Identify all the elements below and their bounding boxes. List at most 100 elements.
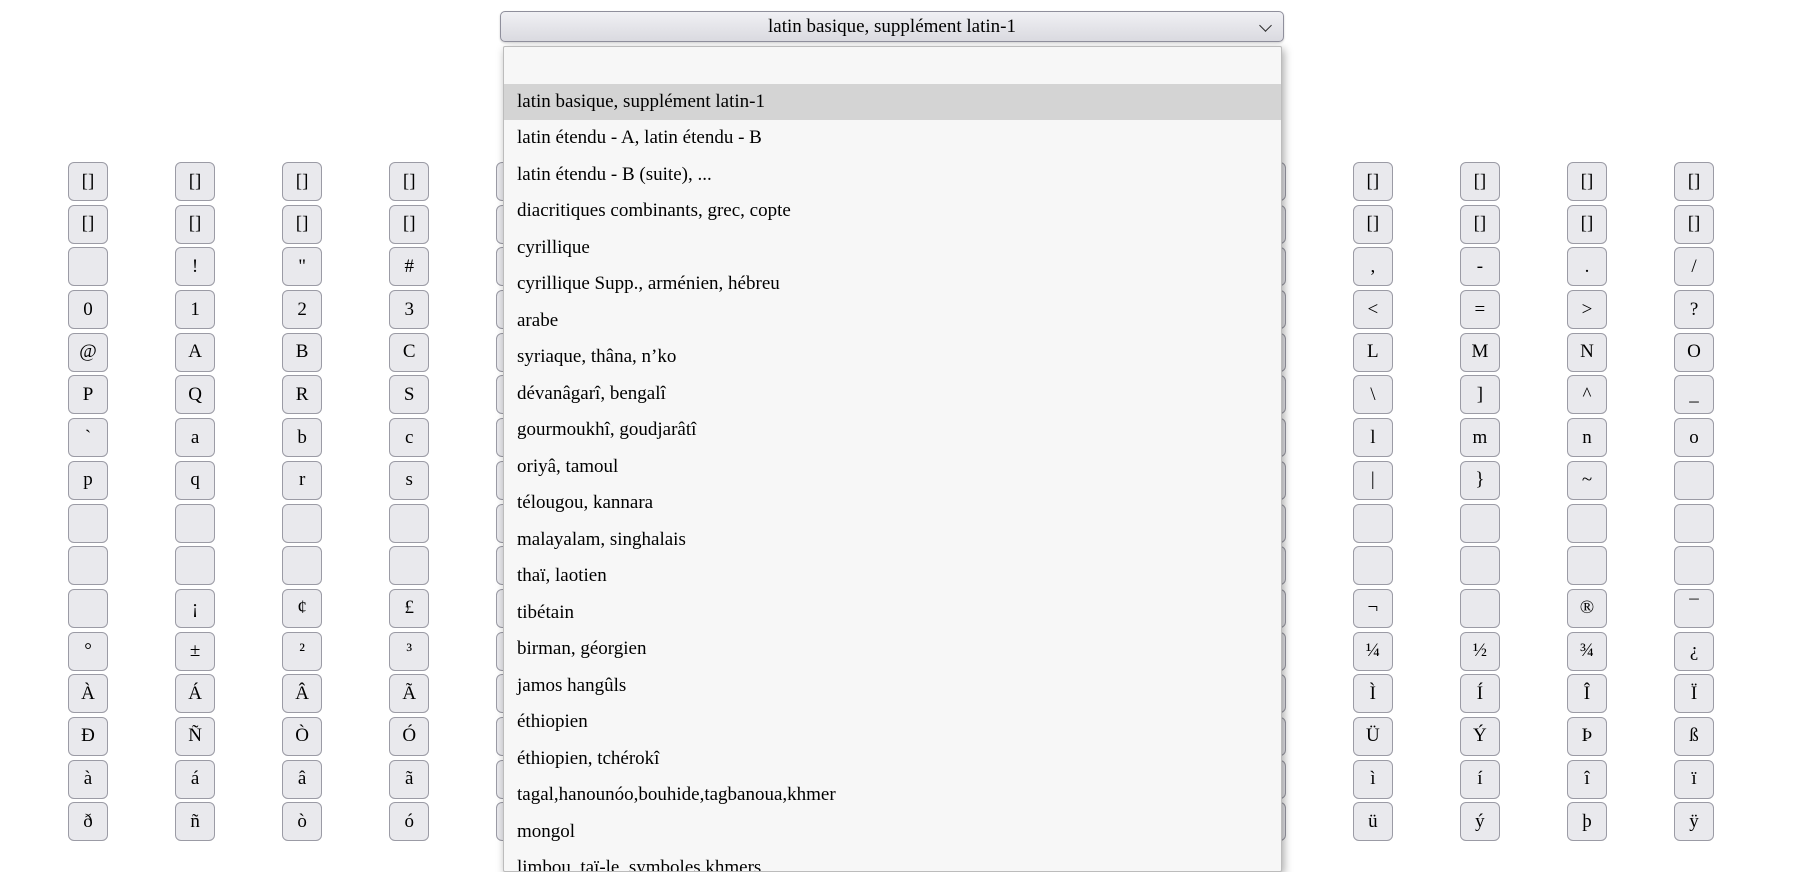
char-button[interactable]: ¿ xyxy=(1674,632,1714,671)
char-button[interactable]: Q xyxy=(175,375,215,414)
char-button[interactable]: [] xyxy=(1674,162,1714,201)
char-button[interactable]: > xyxy=(1567,290,1607,329)
char-button[interactable] xyxy=(389,546,429,585)
char-button[interactable] xyxy=(68,589,108,628)
char-button[interactable]: O xyxy=(1674,333,1714,372)
char-button[interactable]: Ò xyxy=(282,717,322,756)
char-button[interactable]: a xyxy=(175,418,215,457)
char-button[interactable]: p xyxy=(68,461,108,500)
char-button[interactable] xyxy=(68,504,108,543)
char-button[interactable]: î xyxy=(1567,760,1607,799)
char-button[interactable]: , xyxy=(1353,247,1393,286)
char-button[interactable]: Ý xyxy=(1460,717,1500,756)
char-button[interactable]: ¢ xyxy=(282,589,322,628)
char-button[interactable]: [] xyxy=(389,205,429,244)
char-button[interactable]: n xyxy=(1567,418,1607,457)
char-button[interactable]: á xyxy=(175,760,215,799)
char-button[interactable]: - xyxy=(1460,247,1500,286)
dropdown-option[interactable]: limbou, taï-le, symboles khmers xyxy=(504,850,1281,872)
char-button[interactable]: à xyxy=(68,760,108,799)
char-button[interactable]: ² xyxy=(282,632,322,671)
char-button[interactable] xyxy=(1460,589,1500,628)
char-button[interactable]: R xyxy=(282,375,322,414)
char-button[interactable]: ÿ xyxy=(1674,802,1714,841)
char-button[interactable] xyxy=(1353,546,1393,585)
char-button[interactable]: Ñ xyxy=(175,717,215,756)
char-button[interactable]: [] xyxy=(1353,162,1393,201)
dropdown-option[interactable]: diacritiques combinants, grec, copte xyxy=(504,193,1281,230)
char-button[interactable]: ± xyxy=(175,632,215,671)
char-button[interactable]: [] xyxy=(1567,205,1607,244)
char-button[interactable]: [] xyxy=(175,205,215,244)
char-button[interactable]: [] xyxy=(282,162,322,201)
char-button[interactable] xyxy=(1674,546,1714,585)
char-button[interactable]: Þ xyxy=(1567,717,1607,756)
char-button[interactable]: = xyxy=(1460,290,1500,329)
char-button[interactable] xyxy=(68,546,108,585)
char-button[interactable]: Á xyxy=(175,674,215,713)
char-button[interactable]: Ó xyxy=(389,717,429,756)
char-button[interactable]: \ xyxy=(1353,375,1393,414)
char-button[interactable]: M xyxy=(1460,333,1500,372)
dropdown-option[interactable]: jamos hangûls xyxy=(504,668,1281,705)
char-button[interactable]: P xyxy=(68,375,108,414)
char-button[interactable]: # xyxy=(389,247,429,286)
char-button[interactable]: ý xyxy=(1460,802,1500,841)
char-button[interactable]: ß xyxy=(1674,717,1714,756)
char-button[interactable]: Ü xyxy=(1353,717,1393,756)
dropdown-option[interactable]: thaï, laotien xyxy=(504,558,1281,595)
char-button[interactable]: ? xyxy=(1674,290,1714,329)
char-button[interactable]: [] xyxy=(1460,162,1500,201)
char-button[interactable] xyxy=(1353,504,1393,543)
dropdown-option[interactable]: oriyâ, tamoul xyxy=(504,449,1281,486)
char-button[interactable]: " xyxy=(282,247,322,286)
char-button[interactable]: B xyxy=(282,333,322,372)
dropdown-option[interactable]: arabe xyxy=(504,303,1281,340)
char-button[interactable]: s xyxy=(389,461,429,500)
char-button[interactable]: ³ xyxy=(389,632,429,671)
dropdown-option[interactable]: latin étendu - B (suite), ... xyxy=(504,157,1281,194)
char-button[interactable]: Ï xyxy=(1674,674,1714,713)
char-button[interactable]: 3 xyxy=(389,290,429,329)
char-button[interactable]: [] xyxy=(1567,162,1607,201)
char-button[interactable]: ½ xyxy=(1460,632,1500,671)
block-select[interactable]: latin basique, supplément latin-1 xyxy=(500,11,1284,42)
char-button[interactable] xyxy=(389,504,429,543)
char-button[interactable]: ~ xyxy=(1567,461,1607,500)
char-button[interactable]: < xyxy=(1353,290,1393,329)
dropdown-option[interactable]: syriaque, thâna, n’ko xyxy=(504,339,1281,376)
char-button[interactable] xyxy=(1460,546,1500,585)
char-button[interactable]: ` xyxy=(68,418,108,457)
char-button[interactable]: Ð xyxy=(68,717,108,756)
char-button[interactable] xyxy=(68,247,108,286)
char-button[interactable]: ò xyxy=(282,802,322,841)
char-button[interactable]: [] xyxy=(389,162,429,201)
dropdown-option[interactable]: tibétain xyxy=(504,595,1281,632)
char-button[interactable]: [] xyxy=(1460,205,1500,244)
char-button[interactable]: ¼ xyxy=(1353,632,1393,671)
char-button[interactable]: ü xyxy=(1353,802,1393,841)
char-button[interactable] xyxy=(1567,546,1607,585)
dropdown-option[interactable]: cyrillique Supp., arménien, hébreu xyxy=(504,266,1281,303)
dropdown-option[interactable]: latin étendu - A, latin étendu - B xyxy=(504,120,1281,157)
char-button[interactable]: Í xyxy=(1460,674,1500,713)
char-button[interactable]: o xyxy=(1674,418,1714,457)
char-button[interactable]: ñ xyxy=(175,802,215,841)
char-button[interactable]: / xyxy=(1674,247,1714,286)
char-button[interactable]: m xyxy=(1460,418,1500,457)
char-button[interactable]: @ xyxy=(68,333,108,372)
char-button[interactable]: A xyxy=(175,333,215,372)
char-button[interactable]: } xyxy=(1460,461,1500,500)
char-button[interactable]: [] xyxy=(282,205,322,244)
char-button[interactable] xyxy=(1674,461,1714,500)
dropdown-option[interactable] xyxy=(504,47,1281,84)
char-button[interactable] xyxy=(282,546,322,585)
char-button[interactable]: ì xyxy=(1353,760,1393,799)
char-button[interactable]: ¯ xyxy=(1674,589,1714,628)
char-button[interactable]: [] xyxy=(68,162,108,201)
char-button[interactable]: 1 xyxy=(175,290,215,329)
char-button[interactable]: q xyxy=(175,461,215,500)
char-button[interactable] xyxy=(175,546,215,585)
dropdown-option[interactable]: mongol xyxy=(504,814,1281,851)
char-button[interactable]: S xyxy=(389,375,429,414)
